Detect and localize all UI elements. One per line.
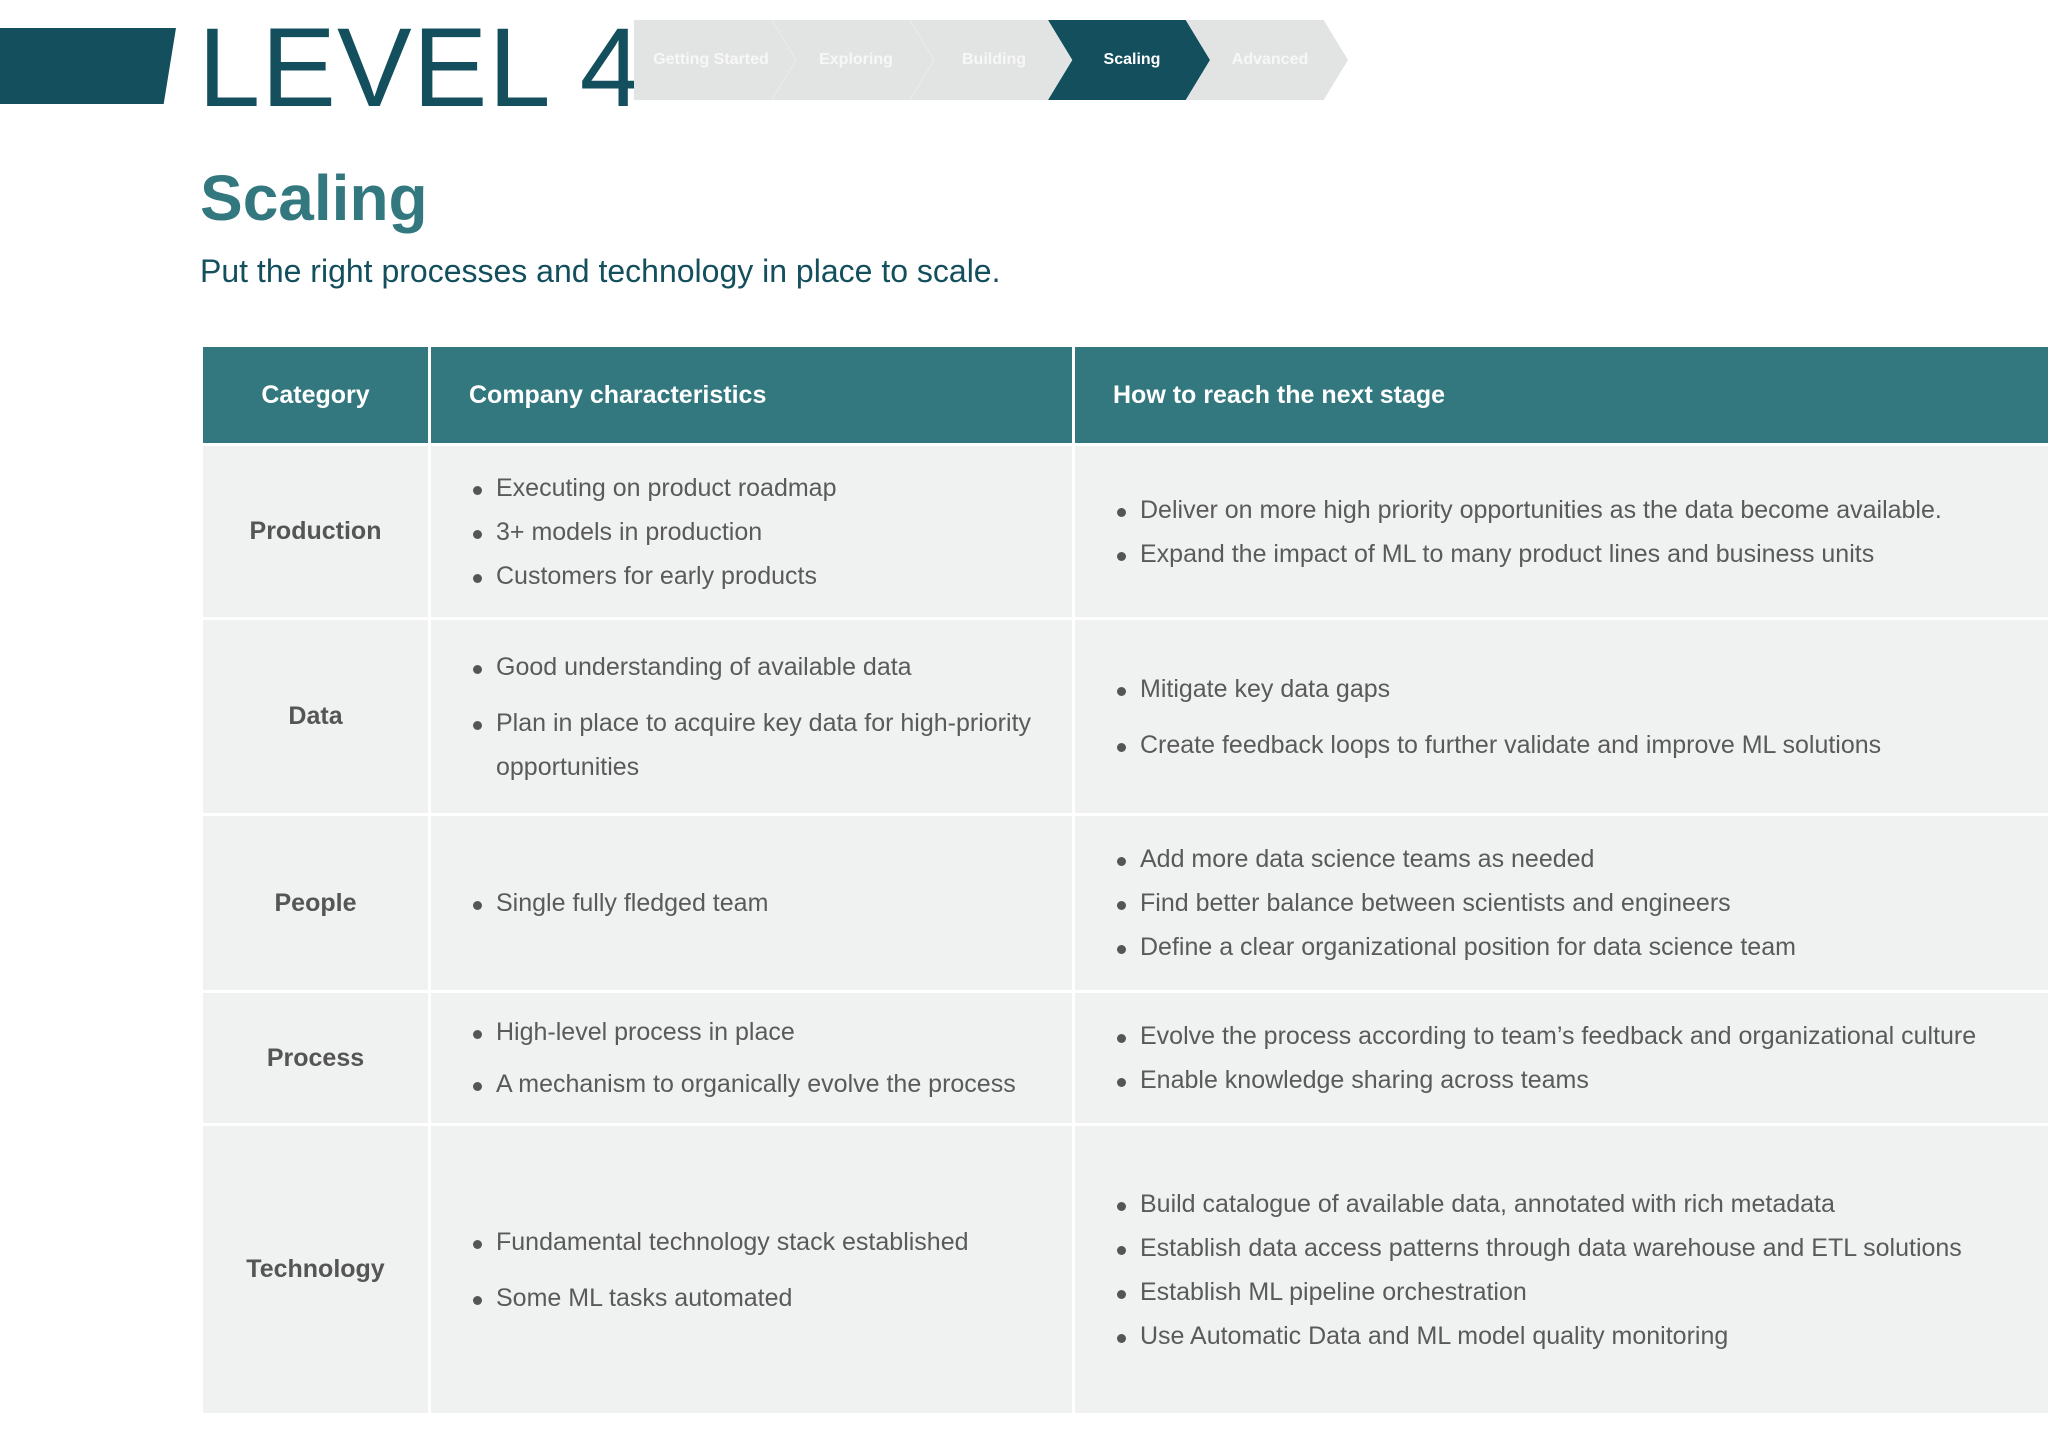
- header-accent-band: [0, 28, 176, 104]
- list-item: Build catalogue of available data, annot…: [1115, 1182, 2048, 1226]
- next-steps-list: Evolve the process according to team’s f…: [1075, 1014, 2048, 1102]
- table-row-production: Production Executing on product roadmap …: [200, 443, 2048, 620]
- category-cell: Data: [200, 617, 431, 816]
- table-row-data: Data Good understanding of available dat…: [200, 617, 2048, 816]
- list-item: Customers for early products: [471, 554, 1072, 598]
- next-steps-list: Build catalogue of available data, annot…: [1075, 1182, 2048, 1358]
- category-cell: Process: [200, 990, 431, 1126]
- list-item: Executing on product roadmap: [471, 466, 1072, 510]
- characteristics-list: Fundamental technology stack established…: [431, 1220, 1072, 1320]
- list-item: Create feedback loops to further validat…: [1115, 723, 2048, 767]
- next-steps-cell: Mitigate key data gaps Create feedback l…: [1072, 617, 2048, 816]
- list-item: Fundamental technology stack established: [471, 1220, 1072, 1264]
- list-item: Establish data access patterns through d…: [1115, 1226, 2048, 1270]
- stage-progress-bar: Getting Started Exploring Building Scali…: [634, 20, 1354, 100]
- next-steps-cell: Build catalogue of available data, annot…: [1072, 1123, 2048, 1416]
- table-row-people: People Single fully fledged team Add mor…: [200, 813, 2048, 993]
- page-subtitle: Put the right processes and technology i…: [200, 253, 1001, 289]
- next-steps-list: Add more data science teams as needed Fi…: [1075, 837, 2048, 969]
- stage-scaling-active: Scaling: [1048, 20, 1210, 100]
- next-steps-cell: Evolve the process according to team’s f…: [1072, 990, 2048, 1126]
- list-item: Good understanding of available data: [471, 645, 1072, 689]
- list-item: Define a clear organizational position f…: [1115, 925, 2048, 969]
- characteristics-cell: Single fully fledged team: [428, 813, 1075, 993]
- characteristics-list: High-level process in place A mechanism …: [431, 1010, 1072, 1106]
- list-item: Single fully fledged team: [471, 881, 1072, 925]
- list-item: Add more data science teams as needed: [1115, 837, 2048, 881]
- list-item: Evolve the process according to team’s f…: [1115, 1014, 2048, 1058]
- column-header-characteristics: Company characteristics: [428, 344, 1075, 446]
- characteristics-cell: High-level process in place A mechanism …: [428, 990, 1075, 1126]
- list-item: High-level process in place: [471, 1010, 1072, 1054]
- next-steps-list: Deliver on more high priority opportunit…: [1075, 488, 2048, 576]
- list-item: Mitigate key data gaps: [1115, 667, 2048, 711]
- next-steps-list: Mitigate key data gaps Create feedback l…: [1075, 667, 2048, 767]
- list-item: Establish ML pipeline orchestration: [1115, 1270, 2048, 1314]
- list-item: Expand the impact of ML to many product …: [1115, 532, 2048, 576]
- stage-building: Building: [910, 20, 1072, 100]
- next-steps-cell: Add more data science teams as needed Fi…: [1072, 813, 2048, 993]
- list-item: Some ML tasks automated: [471, 1276, 1072, 1320]
- maturity-table: Category Company characteristics How to …: [200, 344, 2048, 1416]
- next-steps-cell: Deliver on more high priority opportunit…: [1072, 443, 2048, 620]
- characteristics-cell: Executing on product roadmap 3+ models i…: [428, 443, 1075, 620]
- stage-exploring: Exploring: [772, 20, 934, 100]
- characteristics-list: Single fully fledged team: [431, 881, 1072, 925]
- list-item: Find better balance between scientists a…: [1115, 881, 2048, 925]
- category-cell: People: [200, 813, 431, 993]
- table-header-row: Category Company characteristics How to …: [200, 344, 2048, 446]
- table-row-technology: Technology Fundamental technology stack …: [200, 1123, 2048, 1416]
- category-cell: Production: [200, 443, 431, 620]
- list-item: 3+ models in production: [471, 510, 1072, 554]
- category-cell: Technology: [200, 1123, 431, 1416]
- level-title: LEVEL 4: [198, 5, 643, 130]
- list-item: Enable knowledge sharing across teams: [1115, 1058, 2048, 1102]
- characteristics-list: Executing on product roadmap 3+ models i…: [431, 466, 1072, 598]
- page-title: Scaling: [200, 162, 428, 234]
- stage-getting-started: Getting Started: [634, 20, 796, 100]
- list-item: Deliver on more high priority opportunit…: [1115, 488, 2048, 532]
- column-header-next-stage: How to reach the next stage: [1072, 344, 2048, 446]
- table-row-process: Process High-level process in place A me…: [200, 990, 2048, 1126]
- characteristics-cell: Fundamental technology stack established…: [428, 1123, 1075, 1416]
- list-item: A mechanism to organically evolve the pr…: [471, 1062, 1072, 1106]
- list-item: Plan in place to acquire key data for hi…: [471, 701, 1072, 789]
- stage-advanced: Advanced: [1186, 20, 1348, 100]
- characteristics-list: Good understanding of available data Pla…: [431, 645, 1072, 789]
- characteristics-cell: Good understanding of available data Pla…: [428, 617, 1075, 816]
- column-header-category: Category: [200, 344, 431, 446]
- list-item: Use Automatic Data and ML model quality …: [1115, 1314, 2048, 1358]
